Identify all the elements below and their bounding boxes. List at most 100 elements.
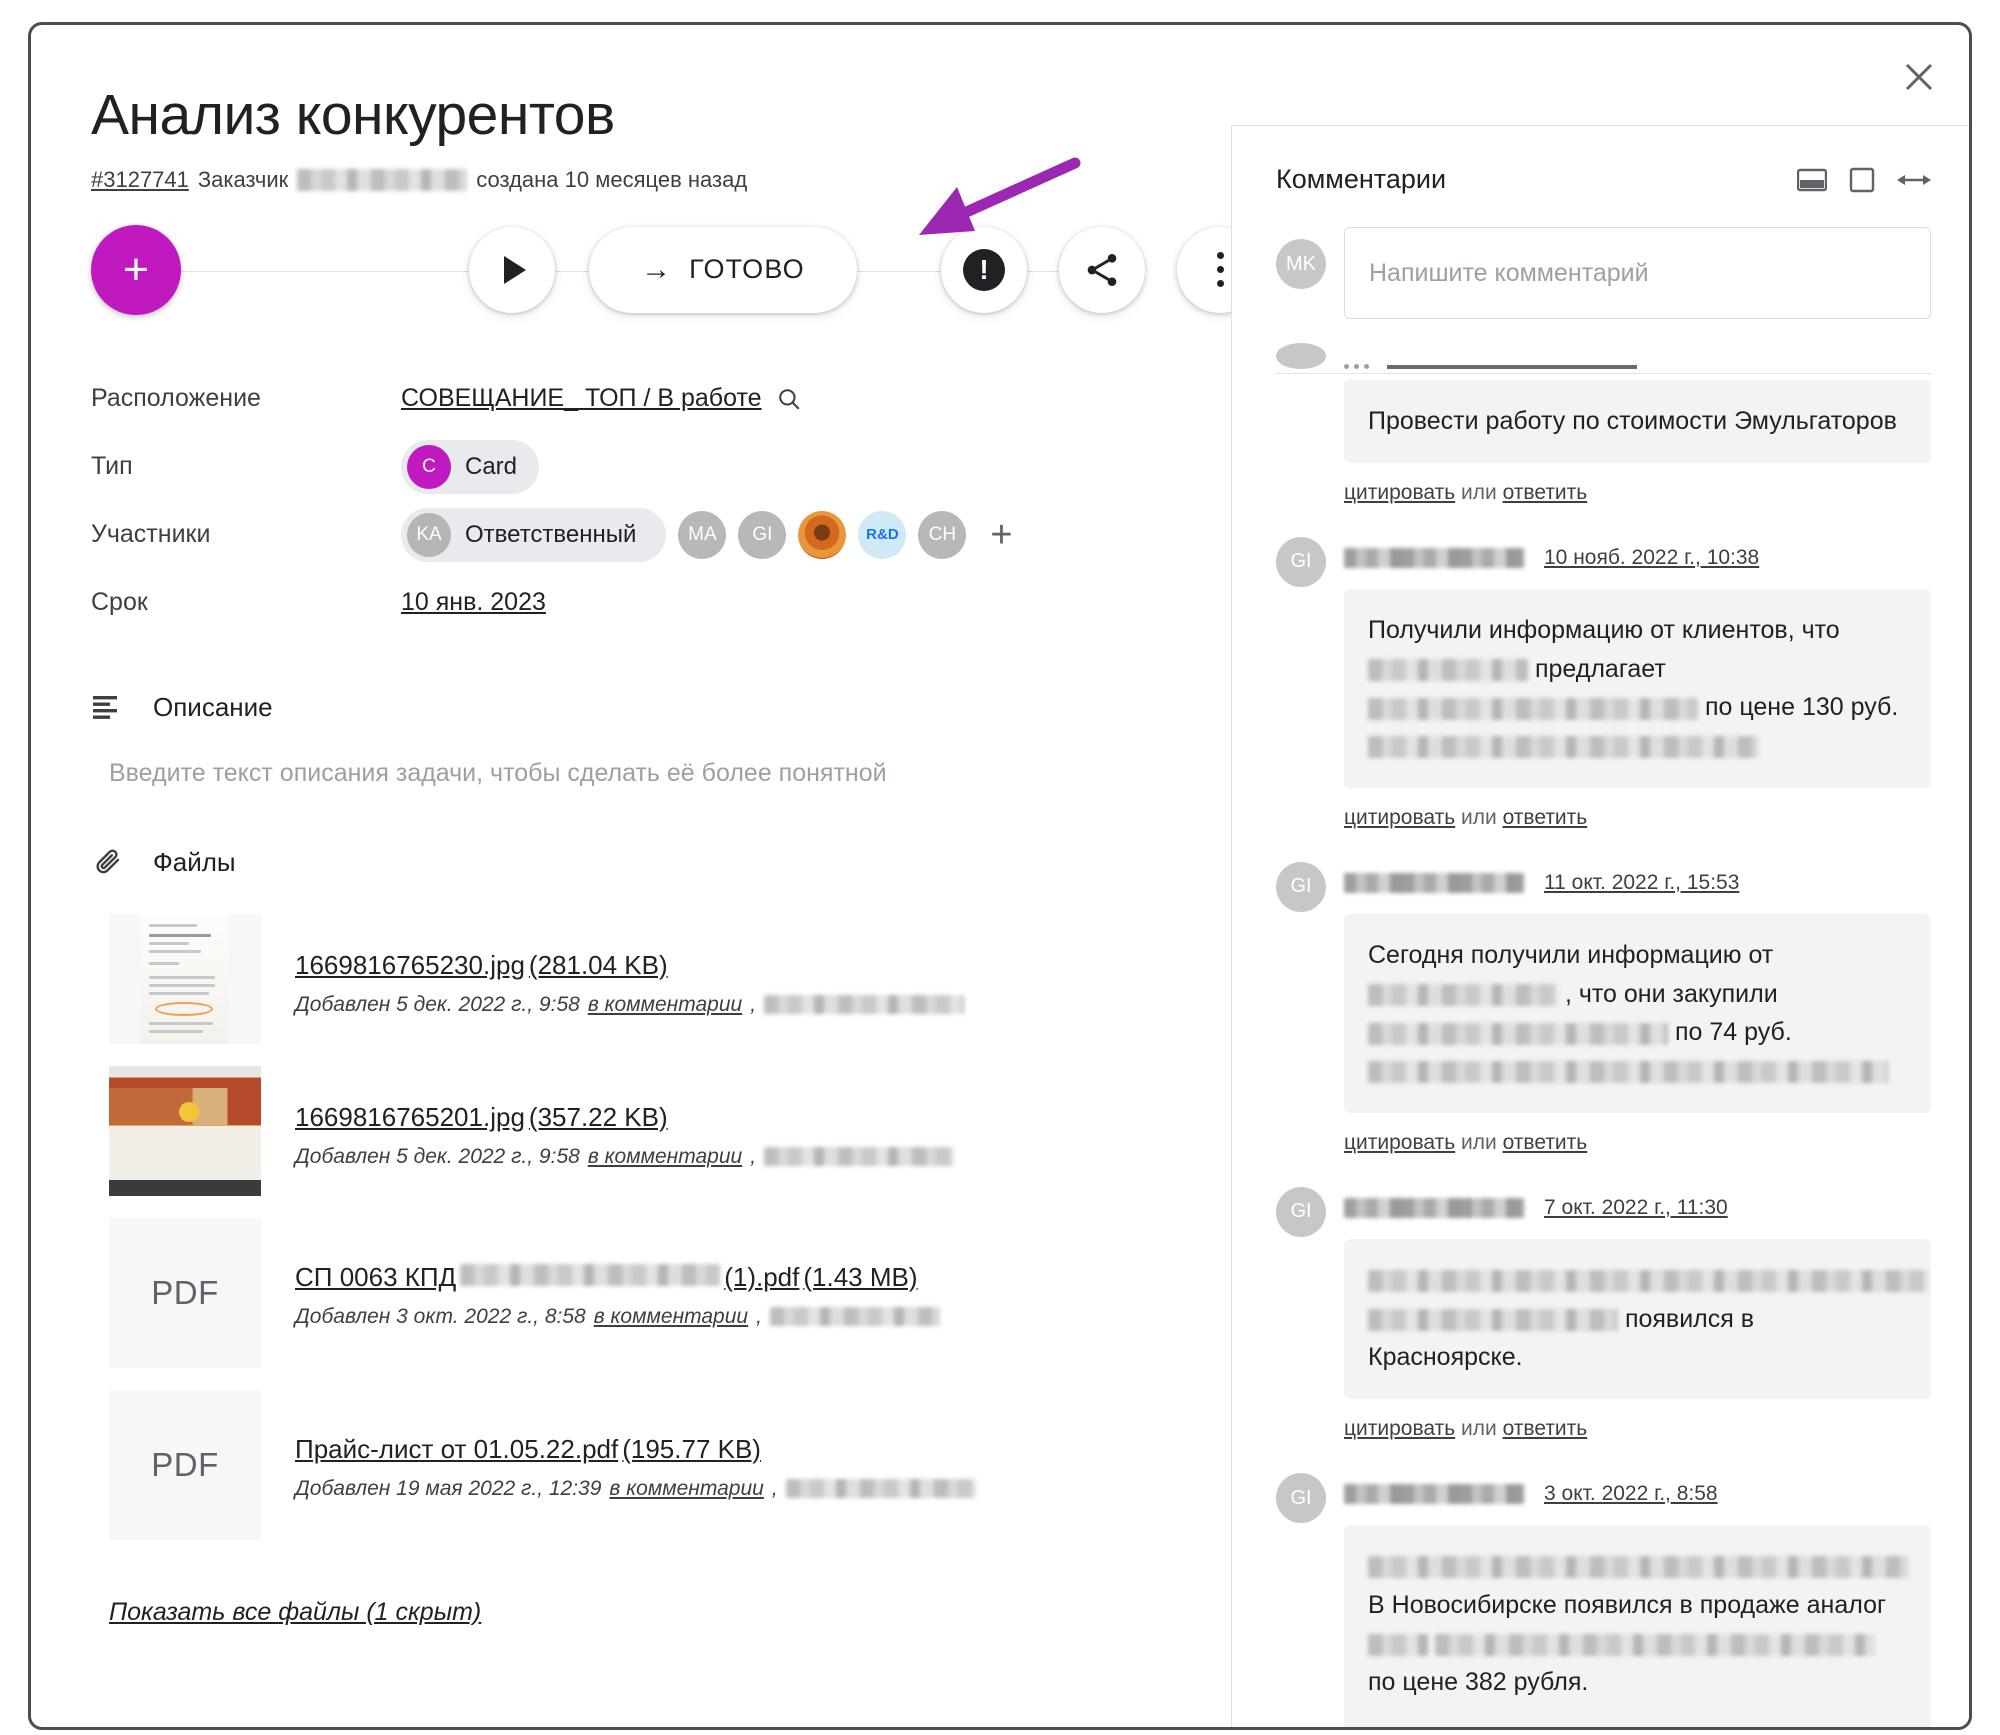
page-title: Анализ конкурентов: [91, 83, 615, 147]
property-deadline-label: Срок: [91, 588, 148, 617]
avatar[interactable]: CH: [918, 510, 967, 559]
file-in-comment-link[interactable]: в комментарии: [594, 1305, 748, 1329]
comment-date[interactable]: 11 окт. 2022 г., 15:53: [1544, 871, 1739, 895]
add-button[interactable]: +: [91, 224, 181, 315]
file-thumbnail[interactable]: [109, 1065, 261, 1196]
property-location-value[interactable]: СОВЕЩАНИЕ_ ТОП / В работе: [401, 384, 762, 413]
file-name-link[interactable]: 1669816765230.jpg (281.04 KB): [295, 950, 668, 981]
file-name-text: 1669816765230.jpg: [295, 949, 525, 980]
type-chip[interactable]: C Card: [401, 439, 540, 494]
redacted-text: [1368, 736, 1758, 759]
type-chip-label: Card: [465, 452, 518, 480]
play-button[interactable]: [469, 226, 555, 313]
comments-toolbar: [1797, 167, 1931, 193]
file-thumbnail[interactable]: [109, 913, 261, 1044]
reply-link[interactable]: ответить: [1503, 1131, 1588, 1154]
description-section-header: Описание: [91, 691, 1231, 725]
file-in-comment-link[interactable]: в комментарии: [588, 993, 742, 1017]
file-name-text: 1669816765201.jpg: [295, 1101, 525, 1132]
comment-item: GI 7 окт. 2022 г., 11:30 появился в Крас…: [1276, 1186, 1931, 1467]
avatar[interactable]: GI: [738, 510, 787, 559]
file-row: PDF СП 0063 КПД (1).pdf (1.43 MB) Добавл…: [109, 1217, 1231, 1368]
comment-header: 11 окт. 2022 г., 15:53: [1344, 862, 1931, 904]
file-added-date: Добавлен 5 дек. 2022 г., 9:58: [295, 1144, 580, 1168]
comment-date[interactable]: 10 нояб. 2022 г., 10:38: [1544, 546, 1759, 570]
priority-button[interactable]: !: [941, 226, 1027, 313]
resize-horizontal-icon[interactable]: [1897, 170, 1931, 190]
description-section-title: Описание: [153, 692, 273, 723]
avatar[interactable]: [798, 510, 847, 559]
redacted-author: [764, 1147, 955, 1167]
redacted-file-name: [460, 1263, 721, 1286]
share-button[interactable]: [1059, 226, 1145, 313]
comment-text: появился в Красноярске.: [1344, 1238, 1931, 1399]
property-deadline-value[interactable]: 10 янв. 2023: [401, 588, 546, 617]
done-button[interactable]: → ГОТОВО: [589, 226, 857, 313]
description-input[interactable]: Введите текст описания задачи, чтобы сде…: [109, 759, 1231, 788]
file-name-link[interactable]: Прайс-лист от 01.05.22.pdf (195.77 KB): [295, 1434, 761, 1465]
comment-text-part: по цене 382: [1368, 1668, 1507, 1697]
redacted-text: [1368, 1061, 1888, 1084]
quote-link[interactable]: цитировать: [1344, 1417, 1455, 1440]
reply-link[interactable]: ответить: [1503, 1417, 1588, 1440]
quote-link[interactable]: цитировать: [1344, 1131, 1455, 1154]
avatar: GI: [1276, 536, 1326, 587]
property-type: Тип C Card: [91, 433, 1231, 501]
redacted-text: [1368, 1556, 1908, 1579]
task-details-pane: Анализ конкурентов #3127741 Заказчик соз…: [31, 25, 1263, 1727]
file-added-date: Добавлен 19 мая 2022 г., 12:39: [295, 1476, 602, 1500]
redacted-author: [1344, 1197, 1524, 1218]
comments-header: Комментарии: [1276, 164, 1931, 195]
reply-link[interactable]: ответить: [1503, 481, 1588, 504]
search-icon[interactable]: [776, 386, 802, 412]
comment-input[interactable]: Напишите комментарий: [1344, 227, 1931, 319]
avatar[interactable]: MA: [678, 510, 727, 559]
quote-link[interactable]: цитировать: [1344, 806, 1455, 829]
file-thumbnail[interactable]: PDF: [109, 1217, 261, 1368]
comment-date[interactable]: 7 окт. 2022 г., 11:30: [1544, 1196, 1728, 1220]
split-view-icon[interactable]: [1797, 167, 1827, 193]
avatar[interactable]: R&D: [858, 510, 907, 559]
quote-link[interactable]: цитировать: [1344, 481, 1455, 504]
comment-text: В Новосибирске появился в продаже аналог…: [1344, 1525, 1931, 1727]
file-thumbnail[interactable]: PDF: [109, 1389, 261, 1540]
file-added-info: Добавлен 3 окт. 2022 г., 8:58 в коммента…: [295, 1305, 940, 1329]
comment-date[interactable]: 3 окт. 2022 г., 8:58: [1544, 1482, 1718, 1506]
file-row: 1669816765201.jpg (357.22 KB) Добавлен 5…: [109, 1065, 1231, 1196]
file-in-comment-link[interactable]: в комментарии: [588, 1145, 742, 1169]
redacted-text: [1368, 658, 1528, 681]
close-icon[interactable]: [1893, 51, 1945, 103]
avatar: GI: [1276, 861, 1326, 912]
comment-header: 7 окт. 2022 г., 11:30: [1344, 1187, 1931, 1229]
redacted-text: [1368, 1022, 1668, 1045]
reply-link[interactable]: ответить: [1503, 806, 1588, 829]
comments-pane: Комментарии MK Напишите комментарий Пров…: [1231, 125, 1969, 1727]
file-row: PDF Прайс-лист от 01.05.22.pdf (195.77 K…: [109, 1389, 1231, 1540]
responsible-chip[interactable]: KA Ответственный: [401, 507, 667, 562]
comment-actions: цитировать или ответить: [1344, 481, 1931, 505]
screenshot-root: Анализ конкурентов #3127741 Заказчик соз…: [0, 0, 2000, 1735]
add-participant-icon[interactable]: +: [990, 516, 1012, 554]
file-added-date: Добавлен 5 дек. 2022 г., 9:58: [295, 992, 580, 1016]
or-label: или: [1461, 1417, 1497, 1440]
comment-actions: цитировать или ответить: [1344, 1131, 1931, 1155]
file-name-link[interactable]: СП 0063 КПД (1).pdf (1.43 MB): [295, 1262, 918, 1293]
document-scan-thumb: [141, 913, 229, 1044]
avatar: MK: [1276, 239, 1326, 289]
redacted-author: [1344, 547, 1524, 568]
comment-text-part: они закупили: [1623, 979, 1778, 1008]
redacted-author: [785, 1479, 976, 1499]
file-added-info: Добавлен 19 мая 2022 г., 12:39 в коммент…: [295, 1477, 976, 1501]
panel-view-icon[interactable]: [1849, 167, 1875, 193]
file-added-info: Добавлен 5 дек. 2022 г., 9:58 в коммента…: [295, 1144, 955, 1169]
file-name-link[interactable]: 1669816765201.jpg (357.22 KB): [295, 1102, 668, 1133]
task-id-link[interactable]: #3127741: [91, 167, 189, 193]
show-all-files-link[interactable]: Показать все файлы (1 скрыт): [109, 1598, 481, 1627]
comment-item: GI 11 окт. 2022 г., 15:53 Сегодня получи…: [1276, 861, 1931, 1181]
redacted-text: [1368, 1633, 1428, 1656]
comment-text-part: В: [1368, 1590, 1385, 1619]
file-in-comment-link[interactable]: в комментарии: [609, 1477, 763, 1501]
comment-text-part: 130 руб.: [1801, 693, 1899, 722]
redacted-customer-name: [297, 168, 468, 191]
kebab-icon: [1216, 252, 1224, 288]
